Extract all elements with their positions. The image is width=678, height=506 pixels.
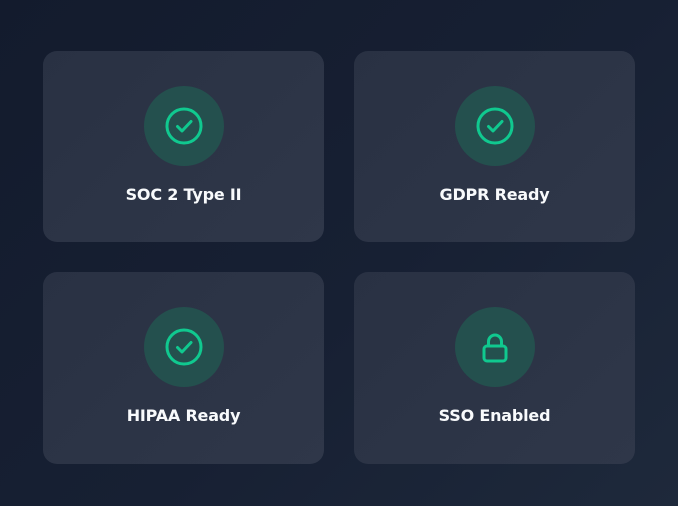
badge-label: SSO Enabled <box>438 406 551 425</box>
icon-badge <box>143 307 224 387</box>
icon-badge <box>454 86 535 166</box>
lock-icon <box>482 333 507 363</box>
badge-card-gdpr: GDPR Ready <box>354 51 635 242</box>
icon-badge <box>454 307 535 387</box>
icon-badge <box>143 86 224 166</box>
badge-card-sso: SSO Enabled <box>354 272 635 464</box>
check-circle-icon <box>476 107 513 145</box>
badge-label: GDPR Ready <box>439 185 550 204</box>
check-circle-icon <box>165 328 202 366</box>
compliance-badges-grid: SOC 2 Type II GDPR Ready HIPAA Ready SSO <box>43 51 635 464</box>
badge-label: HIPAA Ready <box>126 406 241 425</box>
badge-card-hipaa: HIPAA Ready <box>43 272 324 464</box>
badge-card-soc2: SOC 2 Type II <box>43 51 324 242</box>
badge-label: SOC 2 Type II <box>125 185 242 204</box>
check-circle-icon <box>165 107 202 145</box>
